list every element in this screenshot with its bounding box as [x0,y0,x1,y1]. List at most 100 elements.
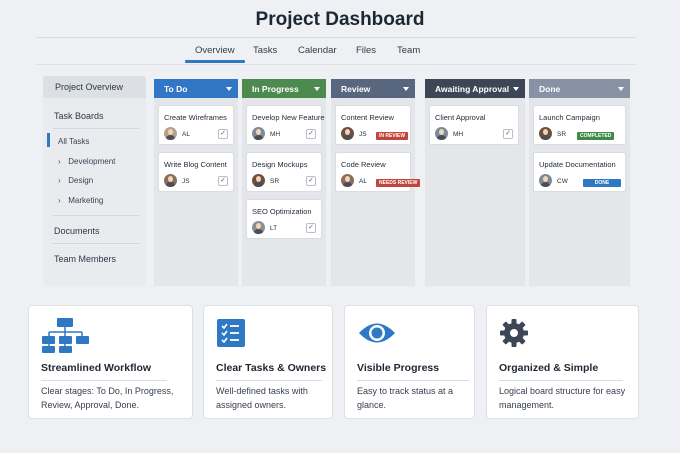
feature-title: Clear Tasks & Owners [216,362,327,374]
tab-calendar[interactable]: Calendar [298,45,337,56]
checkbox-checked[interactable]: ✓ [218,176,228,186]
task-title: Update Documentation [539,160,616,169]
checkbox-checked[interactable]: ✓ [306,129,316,139]
column-header[interactable]: In Progress [242,79,326,98]
checkbox-checked[interactable]: ✓ [306,176,316,186]
active-indicator [47,133,50,147]
chevron-right-icon: › [58,157,61,166]
status-badge: DONE [583,179,621,187]
task-title: Client Approval [435,113,486,122]
feature-card-tasks: Clear Tasks & Owners Well-defined tasks … [203,305,333,419]
gear-icon [499,318,529,353]
feature-title: Visible Progress [357,362,440,374]
board-column-done: Done Launch Campaign SR COMPLETED Update… [529,79,630,286]
task-card[interactable]: Write Blog Content JS ✓ [158,152,234,192]
task-card[interactable]: Develop New Feature MH ✓ [246,105,325,145]
sidebar-item-documents[interactable]: Documents [54,226,100,236]
tab-divider [36,64,636,65]
workflow-icon [41,318,91,359]
task-card[interactable]: Create Wireframes AL ✓ [158,105,234,145]
task-card[interactable]: Launch Campaign SR COMPLETED [533,105,626,145]
checkbox-checked[interactable]: ✓ [218,129,228,139]
task-title: Design Mockups [252,160,308,169]
board-column-in-progress: In Progress Develop New Feature MH ✓ Des… [242,79,326,286]
task-card[interactable]: SEO Optimization LT ✓ [246,199,322,239]
sidebar-item-label: Development [68,157,116,166]
checkbox-checked[interactable]: ✓ [503,129,513,139]
column-title: Awaiting Approval [435,84,510,94]
assignee-initials: MH [453,131,464,138]
sidebar-item-design[interactable]: › Design [58,176,93,185]
assignee-initials: LT [270,225,278,232]
sidebar-item-team-members[interactable]: Team Members [54,254,116,264]
page-title: Project Dashboard [255,9,425,30]
sidebar-item-label: Marketing [68,196,104,205]
column-header[interactable]: Awaiting Approval [425,79,525,98]
column-header[interactable]: Done [529,79,630,98]
sidebar-divider [53,215,139,216]
avatar [252,174,265,187]
board-column-awaiting-approval: Awaiting Approval Client Approval MH ✓ [425,79,525,286]
assignee-initials: SR [270,178,280,185]
status-badge: COMPLETED [577,132,615,140]
tab-overview[interactable]: Overview [185,45,245,63]
avatar [435,127,448,140]
sidebar: Project Overview Task Boards All Tasks ›… [43,76,146,286]
feature-description: Clear stages: To Do, In Progress, Review… [41,386,174,410]
column-title: To Do [164,84,188,94]
chevron-right-icon: › [58,176,61,185]
board-column-to-do: To Do Create Wireframes AL ✓ Write Blog … [154,79,238,286]
column-title: In Progress [252,84,299,94]
sidebar-item-marketing[interactable]: › Marketing [58,196,103,205]
assignee-initials: AL [182,131,190,138]
avatar [341,127,354,140]
tab-files[interactable]: Files [356,45,376,56]
caret-down-icon[interactable] [226,87,232,91]
status-badge: IN REVIEW [376,132,409,140]
tab-tasks[interactable]: Tasks [253,45,277,56]
sidebar-item-development[interactable]: › Development [58,157,115,166]
caret-down-icon[interactable] [618,87,624,91]
task-card[interactable]: Code Review AL NEEDS REVIEW [335,152,421,192]
kanban-board: To Do Create Wireframes AL ✓ Write Blog … [154,79,630,286]
column-title: Review [341,84,371,94]
feature-description: Well-defined tasks with assigned owners. [216,386,308,410]
sidebar-divider [53,128,139,129]
task-card[interactable]: Update Documentation CW DONE [533,152,626,192]
board-column-review: Review Content Review JS IN REVIEW Code … [331,79,421,286]
chevron-right-icon: › [58,196,61,205]
feature-divider [357,380,469,381]
assignee-initials: SR [557,131,567,138]
avatar [539,174,552,187]
header-divider [36,37,636,38]
sidebar-item-all-tasks[interactable]: All Tasks [58,137,89,146]
assignee-initials: JS [182,178,190,185]
task-card[interactable]: Content Review JS IN REVIEW [335,105,411,145]
eye-icon [357,318,397,353]
sidebar-item-label: Design [68,176,94,185]
feature-description: Logical board structure for easy managem… [499,386,626,410]
feature-divider [216,380,322,381]
assignee-initials: CW [557,178,568,185]
task-title: Content Review [341,113,394,122]
caret-down-icon[interactable] [513,87,519,91]
task-card[interactable]: Design Mockups SR ✓ [246,152,322,192]
checkbox-checked[interactable]: ✓ [306,223,316,233]
tab-team[interactable]: Team [397,45,420,56]
assignee-initials: MH [270,131,281,138]
sidebar-item-project-overview[interactable]: Project Overview [43,76,146,98]
avatar [164,174,177,187]
sidebar-item-task-boards[interactable]: Task Boards [54,111,104,121]
column-header[interactable]: Review [331,79,415,98]
caret-down-icon[interactable] [314,87,320,91]
column-header[interactable]: To Do [154,79,238,98]
avatar [252,127,265,140]
task-title: Create Wireframes [164,113,227,122]
avatar [164,127,177,140]
task-card[interactable]: Client Approval MH ✓ [429,105,519,145]
avatar [252,221,265,234]
caret-down-icon[interactable] [403,87,409,91]
sidebar-divider [53,243,139,244]
status-badge: NEEDS REVIEW [376,179,421,187]
feature-title: Organized & Simple [499,362,599,374]
